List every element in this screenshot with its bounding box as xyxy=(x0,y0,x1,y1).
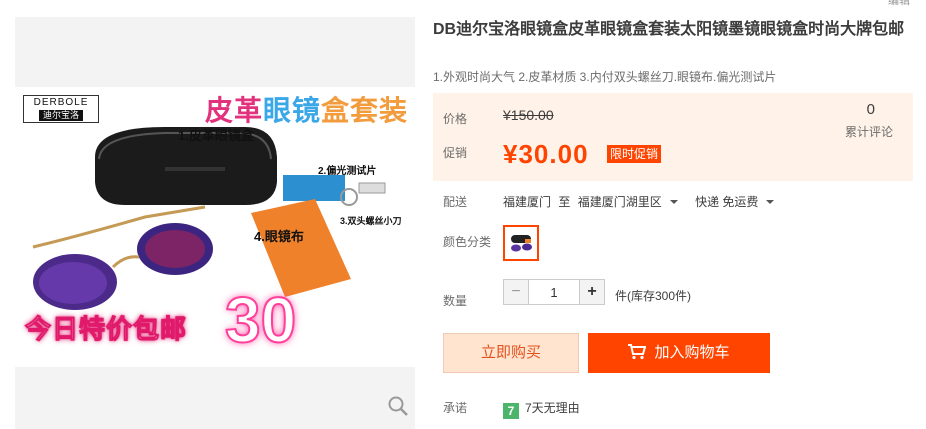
promo-price: ¥30.00 xyxy=(503,139,589,169)
seven-day-return-icon: 7 xyxy=(503,403,519,419)
chevron-down-icon[interactable] xyxy=(766,200,775,204)
price-label: 价格 xyxy=(443,112,468,126)
shipping-from: 福建厦门 xyxy=(503,195,552,209)
shipping-to-word: 至 xyxy=(558,195,571,209)
add-to-cart-button[interactable]: 加入购物车 xyxy=(588,333,770,373)
shipping-destination[interactable]: 福建厦门湖里区 xyxy=(578,195,662,209)
callout-screwdriver: 3.双头螺丝小刀 xyxy=(340,216,402,226)
promise-label: 承诺 xyxy=(443,401,468,415)
price-panel: 价格 ¥150.00 促销 ¥30.00 限时促销 0 累计评论 xyxy=(433,93,913,181)
promo-text: 今日特价包邮 xyxy=(24,314,188,345)
stock-text: 件(库存300件) xyxy=(615,289,692,303)
original-price: ¥150.00 xyxy=(503,107,554,123)
add-to-cart-label: 加入购物车 xyxy=(654,344,730,361)
callout-cloth: 4.眼镜布 xyxy=(254,229,304,244)
polarized-test-card-graphic xyxy=(283,175,345,201)
quantity-label: 数量 xyxy=(443,294,468,308)
product-title: DB迪尔宝洛眼镜盒皮革眼镜盒套装太阳镜墨镜眼镜盒时尚大牌包邮 xyxy=(433,21,905,38)
decrease-button[interactable]: − xyxy=(503,279,529,305)
corner-link[interactable]: 编辑 xyxy=(888,0,910,8)
product-subtitle: 1.外观时尚大气 2.皮革材质 3.内付双头螺丝刀.眼镜布.偏光测试片 xyxy=(433,70,777,84)
increase-button[interactable]: + xyxy=(579,279,605,305)
cart-icon xyxy=(628,344,647,360)
quantity-stepper: − + xyxy=(503,279,605,305)
zoom-icon[interactable] xyxy=(387,395,409,417)
image-headline: 皮革眼镜盒套装 xyxy=(205,95,409,126)
promo-number: 30 xyxy=(224,283,297,357)
promo-label: 促销 xyxy=(443,146,468,160)
brand-logo: DERBOLE 迪尔宝洛 xyxy=(23,95,99,123)
shipping-label: 配送 xyxy=(443,195,468,209)
shipping-method[interactable]: 快递 免运费 xyxy=(695,195,758,209)
buy-now-button[interactable]: 立即购买 xyxy=(443,333,579,373)
callout-case: 1.皮革眼镜盒 xyxy=(178,128,254,143)
color-label: 颜色分类 xyxy=(443,235,492,249)
color-thumbnail xyxy=(511,235,532,252)
review-count[interactable]: 0 xyxy=(867,101,875,118)
promise-text: 7天无理由 xyxy=(525,401,580,415)
sunglasses-graphic xyxy=(32,205,213,310)
product-gallery: DERBOLE 迪尔宝洛 皮革眼镜盒套装 1.皮革眼镜盒 2.偏光测试片 4.眼… xyxy=(15,17,415,429)
review-label[interactable]: 累计评论 xyxy=(845,123,893,140)
product-main-image[interactable]: DERBOLE 迪尔宝洛 皮革眼镜盒套装 1.皮革眼镜盒 2.偏光测试片 4.眼… xyxy=(15,87,415,367)
callout-test-card: 2.偏光测试片 xyxy=(318,166,377,177)
quantity-input[interactable] xyxy=(529,279,579,305)
chevron-down-icon[interactable] xyxy=(669,200,678,204)
promise-item[interactable]: 7 7天无理由 xyxy=(503,399,580,419)
promo-tag-badge: 限时促销 xyxy=(607,145,662,163)
color-swatch-selected[interactable] xyxy=(503,225,539,261)
